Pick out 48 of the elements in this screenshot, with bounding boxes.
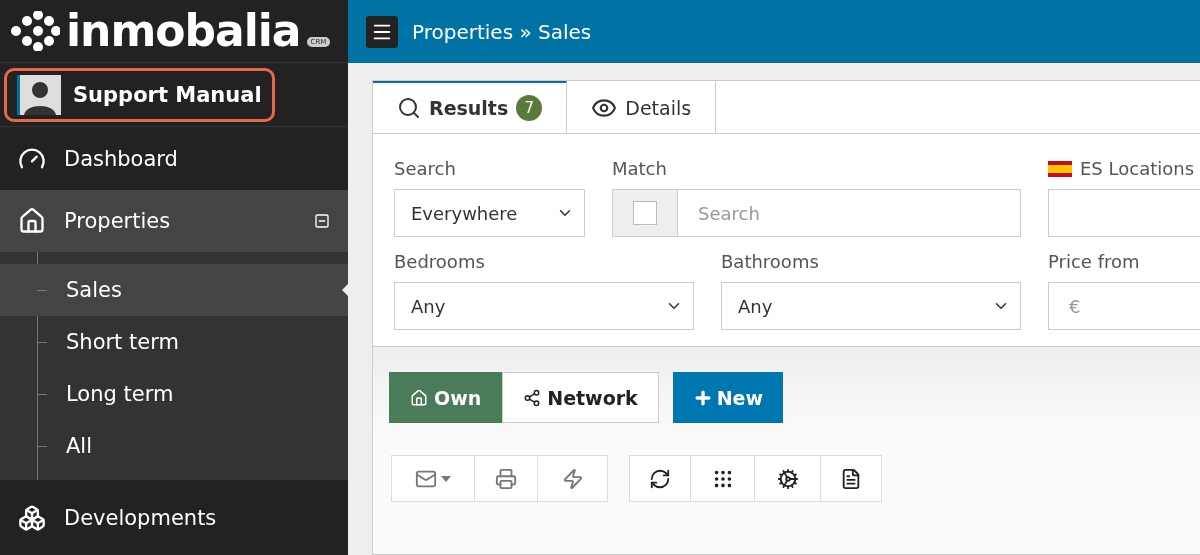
new-button[interactable]: New [672, 372, 784, 423]
printer-icon [495, 467, 517, 490]
field-label: Price from [1048, 251, 1140, 272]
user-profile[interactable]: Support Manual [4, 67, 275, 122]
tab[interactable]: Details [567, 81, 717, 133]
settings-button[interactable] [754, 455, 821, 502]
print-button[interactable] [474, 455, 538, 502]
field-label: Search [394, 158, 456, 179]
submenu-item[interactable]: All [0, 420, 348, 472]
grid-button[interactable] [690, 455, 755, 502]
field-label: Match [612, 158, 667, 179]
home-icon [18, 207, 46, 235]
lightning-icon [561, 467, 584, 490]
mail-button[interactable] [391, 455, 475, 502]
search-icon [397, 96, 421, 120]
refresh-button[interactable] [629, 455, 691, 502]
placeholder-text: Search [697, 201, 761, 226]
document-button[interactable] [820, 455, 882, 502]
lightning-button[interactable] [537, 455, 608, 502]
document-icon [840, 467, 862, 490]
caret-icon [441, 475, 451, 482]
share-icon [523, 388, 542, 407]
tab[interactable]: Results 7 [373, 81, 568, 133]
dropdown[interactable]: Everywhere [394, 189, 585, 237]
submenu-item[interactable]: Short term [0, 316, 348, 368]
field-label: Bathrooms [721, 251, 819, 272]
menu-button[interactable] [366, 15, 398, 48]
own-button[interactable]: Own [389, 372, 503, 423]
checkbox[interactable] [633, 201, 657, 225]
dropdown[interactable]: Any [721, 282, 1021, 330]
settings-icon [776, 467, 799, 490]
dropdown[interactable]: Any [394, 282, 694, 330]
logo-icon [10, 11, 60, 51]
field-label: ES Locations [1080, 158, 1195, 179]
field-label: Bedrooms [394, 251, 485, 272]
refresh-icon [649, 467, 671, 490]
breadcrumb: Properties » Sales [412, 19, 592, 44]
count-badge: 7 [516, 95, 543, 121]
logo-text: inmobalia [66, 9, 301, 53]
home-icon [410, 388, 428, 407]
collapse-icon[interactable] [314, 213, 330, 229]
submenu-item[interactable]: Sales [0, 264, 348, 316]
boxes-icon [18, 503, 46, 532]
avatar-icon [17, 74, 61, 115]
user-name: Support Manual [73, 82, 262, 107]
sidebar-item[interactable]: Properties [0, 190, 348, 252]
submenu-item[interactable]: Long term [0, 368, 348, 420]
network-button[interactable]: Network [502, 372, 659, 423]
